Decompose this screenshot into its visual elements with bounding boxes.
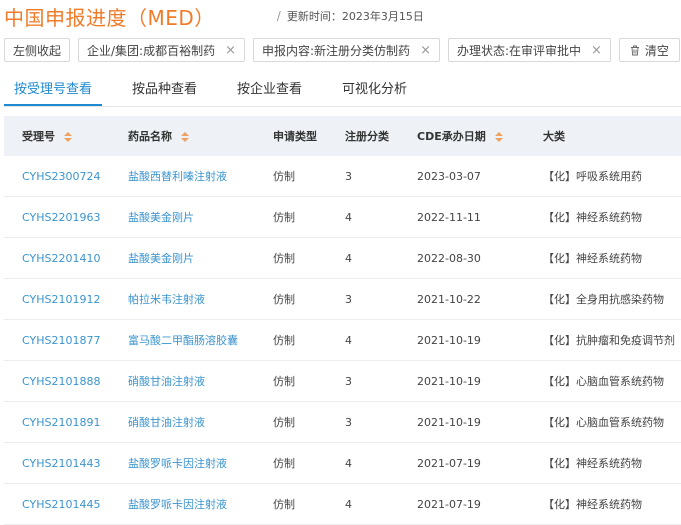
table-row: CYHS2201410 盐酸美金刚片 仿制 4 2022-08-30 【化】神经系统药物 — [4, 238, 681, 279]
trash-icon — [630, 45, 639, 55]
column-header-cde-date[interactable]: CDE承办日期 — [399, 128, 525, 144]
category-cell: 【化】全身用抗感染药物 — [543, 293, 664, 306]
tab-visual-analysis[interactable]: 可视化分析 — [332, 72, 417, 106]
drug-name-link[interactable]: 盐酸美金刚片 — [110, 250, 255, 266]
category-cell: 【化】呼吸系统用药 — [543, 170, 642, 183]
collapse-label: 左侧收起 — [13, 43, 62, 58]
tab-by-company[interactable]: 按企业查看 — [227, 72, 312, 106]
clear-label: 清空 — [644, 43, 669, 58]
filter-chip-status: 办理状态:在审评审批中 × — [447, 38, 611, 62]
cde-date-cell: 2021-10-22 — [417, 292, 481, 306]
results-table: 受理号 药品名称 申请类型 注册分类 CDE承办日期 大类 CYHS230072… — [4, 116, 681, 525]
application-type-cell: 仿制 — [273, 498, 295, 511]
update-time: 更新时间：2023年3月15日 — [286, 10, 424, 23]
drug-name-link[interactable]: 帕拉米韦注射液 — [110, 291, 255, 307]
registration-class-cell: 4 — [345, 456, 352, 470]
category-cell: 【化】神经系统药物 — [543, 457, 642, 470]
table-row: CYHS2101877 富马酸二甲酯肠溶胶囊 仿制 4 2021-10-19 【化】抗肿瘤… — [4, 320, 681, 361]
category-cell: 【化】神经系统药物 — [543, 211, 642, 224]
drug-name-link[interactable]: 富马酸二甲酯肠溶胶囊 — [110, 332, 255, 348]
acceptance-number-link[interactable]: CYHS2101877 — [4, 334, 110, 347]
cde-date-cell: 2021-10-19 — [417, 374, 481, 388]
category-cell: 【化】抗肿瘤和免疫调节剂 — [543, 334, 675, 347]
acceptance-number-link[interactable]: CYHS2201410 — [4, 252, 110, 265]
table-row: CYHS2101912 帕拉米韦注射液 仿制 3 2021-10-22 【化】全身用抗感染… — [4, 279, 681, 320]
category-cell: 【化】心脑血管系统药物 — [543, 375, 664, 388]
column-header-application-type: 申请类型 — [273, 130, 317, 143]
sort-icon — [180, 132, 189, 142]
cde-date-cell: 2023-03-07 — [417, 169, 481, 183]
application-type-cell: 仿制 — [273, 375, 295, 388]
category-cell: 【化】心脑血管系统药物 — [543, 416, 664, 429]
filter-chip-content: 申报内容:新注册分类仿制药 × — [253, 38, 440, 62]
application-type-cell: 仿制 — [273, 293, 295, 306]
table-body: CYHS2300724 盐酸西替利嗪注射液 仿制 3 2023-03-07 【化】呼吸系统… — [4, 156, 681, 525]
drug-name-link[interactable]: 盐酸罗哌卡因注射液 — [110, 496, 255, 512]
view-tabs: 按受理号查看 按品种查看 按企业查看 可视化分析 — [4, 72, 681, 107]
registration-class-cell: 4 — [345, 497, 352, 511]
drug-name-link[interactable]: 盐酸西替利嗪注射液 — [110, 168, 255, 184]
drug-name-link[interactable]: 硝酸甘油注射液 — [110, 414, 255, 430]
close-icon[interactable]: × — [420, 43, 431, 58]
application-type-cell: 仿制 — [273, 211, 295, 224]
registration-class-cell: 4 — [345, 251, 352, 265]
acceptance-number-link[interactable]: CYHS2101912 — [4, 293, 110, 306]
cde-date-cell: 2021-10-19 — [417, 415, 481, 429]
tab-by-variety[interactable]: 按品种查看 — [122, 72, 207, 106]
registration-class-cell: 3 — [345, 292, 352, 306]
cde-date-cell: 2021-07-19 — [417, 497, 481, 511]
filter-chip-label: 企业/集团:成都百裕制药 — [87, 43, 216, 58]
filter-bar: 左侧收起 企业/集团:成都百裕制药 × 申报内容:新注册分类仿制药 × 办理状态… — [4, 38, 680, 62]
drug-name-link[interactable]: 硝酸甘油注射液 — [110, 373, 255, 389]
clear-filters-button[interactable]: 清空 — [618, 38, 680, 62]
application-type-cell: 仿制 — [273, 457, 295, 470]
drug-name-link[interactable]: 盐酸美金刚片 — [110, 209, 255, 225]
page-header: 中国申报进度（MED） / 更新时间：2023年3月15日 — [4, 0, 424, 32]
sort-icon — [63, 132, 72, 142]
registration-class-cell: 4 — [345, 333, 352, 347]
cde-date-cell: 2021-07-19 — [417, 456, 481, 470]
acceptance-number-link[interactable]: CYHS2101888 — [4, 375, 110, 388]
title-separator: / — [276, 9, 281, 23]
cde-date-cell: 2021-10-19 — [417, 333, 481, 347]
filter-chip-label: 办理状态:在审评审批中 — [456, 43, 582, 58]
cde-date-cell: 2022-11-11 — [417, 210, 481, 224]
registration-class-cell: 3 — [345, 415, 352, 429]
column-header-registration-class: 注册分类 — [345, 130, 389, 143]
acceptance-number-link[interactable]: CYHS2101891 — [4, 416, 110, 429]
filter-chip-label: 申报内容:新注册分类仿制药 — [262, 43, 411, 58]
registration-class-cell: 4 — [345, 210, 352, 224]
category-cell: 【化】神经系统药物 — [543, 252, 642, 265]
application-type-cell: 仿制 — [273, 334, 295, 347]
application-type-cell: 仿制 — [273, 252, 295, 265]
table-row: CYHS2300724 盐酸西替利嗪注射液 仿制 3 2023-03-07 【化】呼吸系统… — [4, 156, 681, 197]
cde-date-cell: 2022-08-30 — [417, 251, 481, 265]
table-row: CYHS2101443 盐酸罗哌卡因注射液 仿制 4 2021-07-19 【化】神经系统… — [4, 443, 681, 484]
tab-by-acceptance-number[interactable]: 按受理号查看 — [4, 72, 103, 106]
registration-class-cell: 3 — [345, 169, 352, 183]
close-icon[interactable]: × — [225, 43, 236, 58]
drug-name-link[interactable]: 盐酸罗哌卡因注射液 — [110, 455, 255, 471]
column-header-acceptance-number[interactable]: 受理号 — [4, 128, 110, 144]
acceptance-number-link[interactable]: CYHS2101445 — [4, 498, 110, 511]
acceptance-number-link[interactable]: CYHS2201963 — [4, 211, 110, 224]
table-header: 受理号 药品名称 申请类型 注册分类 CDE承办日期 大类 — [4, 116, 681, 156]
column-header-drug-name[interactable]: 药品名称 — [110, 128, 255, 144]
table-row: CYHS2101888 硝酸甘油注射液 仿制 3 2021-10-19 【化】心脑血管系统… — [4, 361, 681, 402]
category-cell: 【化】神经系统药物 — [543, 498, 642, 511]
acceptance-number-link[interactable]: CYHS2101443 — [4, 457, 110, 470]
application-type-cell: 仿制 — [273, 416, 295, 429]
sort-icon — [494, 132, 503, 142]
column-header-category: 大类 — [543, 130, 565, 143]
page-title: 中国申报进度（MED） — [4, 5, 215, 30]
registration-class-cell: 3 — [345, 374, 352, 388]
table-row: CYHS2101445 盐酸罗哌卡因注射液 仿制 4 2021-07-19 【化】神经系统… — [4, 484, 681, 525]
application-type-cell: 仿制 — [273, 170, 295, 183]
acceptance-number-link[interactable]: CYHS2300724 — [4, 170, 110, 183]
close-icon[interactable]: × — [591, 43, 602, 58]
table-row: CYHS2101891 硝酸甘油注射液 仿制 3 2021-10-19 【化】心脑血管系统… — [4, 402, 681, 443]
table-row: CYHS2201963 盐酸美金刚片 仿制 4 2022-11-11 【化】神经系统药物 — [4, 197, 681, 238]
collapse-sidebar-button[interactable]: 左侧收起 — [4, 38, 71, 62]
filter-chip-company: 企业/集团:成都百裕制药 × — [78, 38, 246, 62]
